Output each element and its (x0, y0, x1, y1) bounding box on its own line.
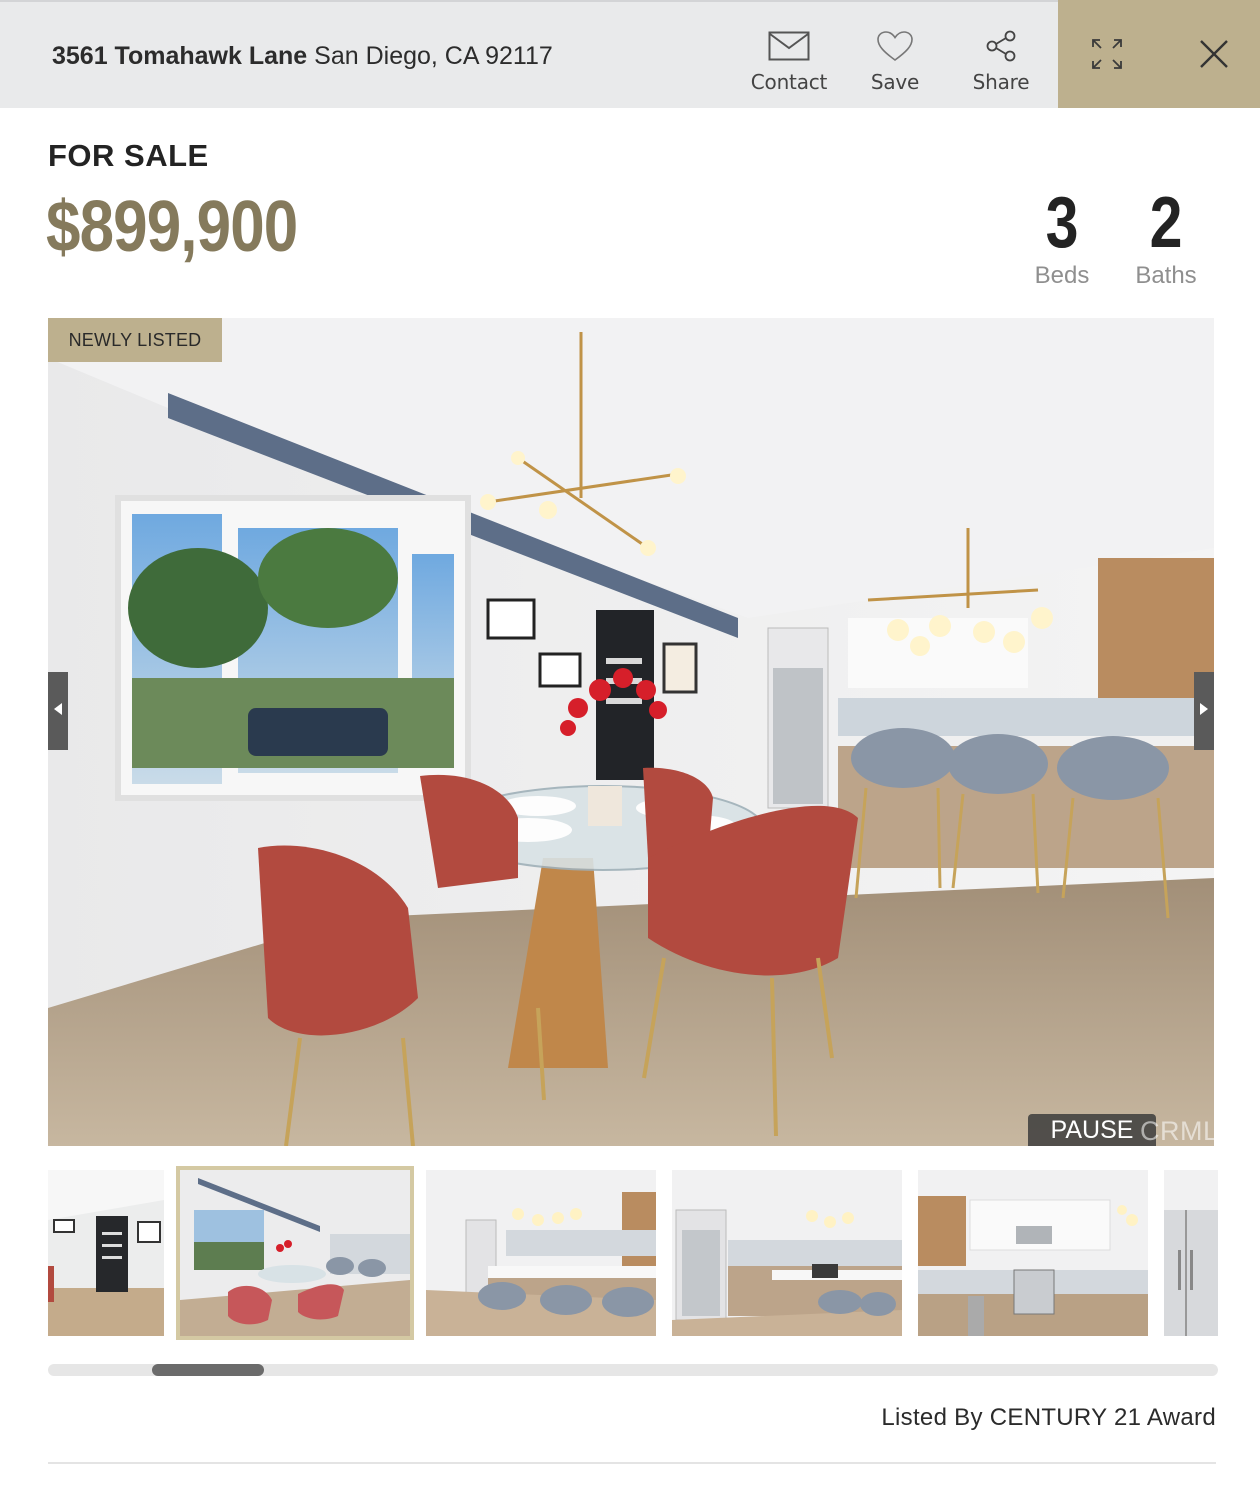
expand-icon[interactable] (1079, 26, 1135, 82)
beds-label: Beds (1034, 262, 1090, 289)
listed-by: Listed By CENTURY 21 Award (881, 1404, 1216, 1431)
listing-price: $899,900 (46, 187, 298, 267)
contact-button[interactable]: Contact (739, 28, 839, 100)
contact-label: Contact (750, 70, 828, 94)
scrollbar-handle[interactable] (152, 1364, 264, 1376)
beds-stat: 3 Beds (1030, 184, 1094, 290)
share-button[interactable]: Share (951, 28, 1051, 100)
beds-count: 3 (1045, 183, 1079, 263)
window-controls (1058, 0, 1260, 108)
divider (48, 1462, 1216, 1464)
crmls-watermark: CRMLS (1140, 1116, 1238, 1146)
baths-count: 2 (1149, 183, 1183, 263)
envelope-icon (739, 28, 839, 64)
next-photo-button[interactable] (1194, 672, 1214, 750)
pause-slideshow-button[interactable]: PAUSE (1028, 1114, 1156, 1146)
baths-stat: 2 Baths (1132, 184, 1200, 290)
save-button[interactable]: Save (845, 28, 945, 100)
prev-photo-button[interactable] (48, 672, 68, 750)
thumbnail-strip (48, 1166, 1218, 1342)
share-label: Share (972, 70, 1030, 94)
thumbnail-6[interactable] (1164, 1170, 1218, 1336)
heart-icon (845, 28, 945, 64)
chevron-right-icon (1199, 702, 1209, 721)
main-photo[interactable] (48, 318, 1214, 1146)
close-icon[interactable] (1186, 26, 1242, 82)
property-address: 3561 Tomahawk Lane San Diego, CA 92117 (52, 42, 553, 71)
thumbnail-5[interactable] (918, 1170, 1148, 1336)
thumbnail-4[interactable] (672, 1170, 902, 1336)
save-label: Save (870, 70, 920, 94)
baths-label: Baths (1135, 262, 1197, 289)
street-address: 3561 Tomahawk Lane (52, 42, 308, 70)
share-icon (951, 28, 1051, 64)
thumbnail-1[interactable] (48, 1170, 164, 1336)
city-state-zip: San Diego, CA 92117 (314, 42, 553, 70)
listing-status: FOR SALE (48, 138, 209, 173)
newly-listed-badge: NEWLY LISTED (48, 318, 222, 362)
thumbnail-3[interactable] (426, 1170, 656, 1336)
thumbnail-2[interactable] (176, 1166, 414, 1340)
chevron-left-icon (53, 702, 63, 721)
